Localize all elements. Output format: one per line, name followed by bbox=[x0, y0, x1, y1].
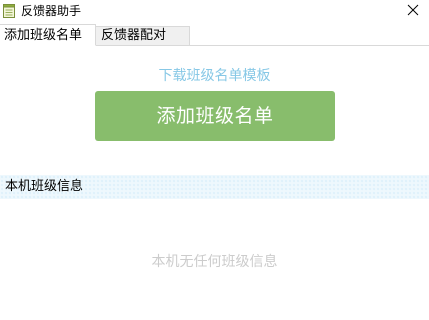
add-class-list-button[interactable]: 添加班级名单 bbox=[95, 91, 335, 141]
close-icon[interactable] bbox=[405, 2, 421, 18]
tab-bar: 添加班级名单 反馈器配对 bbox=[0, 24, 429, 46]
class-info-label: 本机班级信息 bbox=[5, 179, 84, 194]
window-title: 反馈器助手 bbox=[21, 4, 82, 18]
tab-clicker-pairing[interactable]: 反馈器配对 bbox=[96, 26, 190, 46]
class-info-header: 本机班级信息 bbox=[0, 175, 429, 199]
title-bar: 反馈器助手 bbox=[0, 0, 429, 24]
tab-add-class-list[interactable]: 添加班级名单 bbox=[0, 24, 96, 46]
app-window: 反馈器助手 添加班级名单 反馈器配对 下载班级名单模板 添加班级名单 本机班级信… bbox=[0, 0, 429, 320]
empty-class-info-text: 本机无任何班级信息 bbox=[151, 254, 278, 270]
notepad-icon bbox=[3, 3, 15, 18]
download-template-link[interactable]: 下载班级名单模板 bbox=[0, 66, 429, 86]
